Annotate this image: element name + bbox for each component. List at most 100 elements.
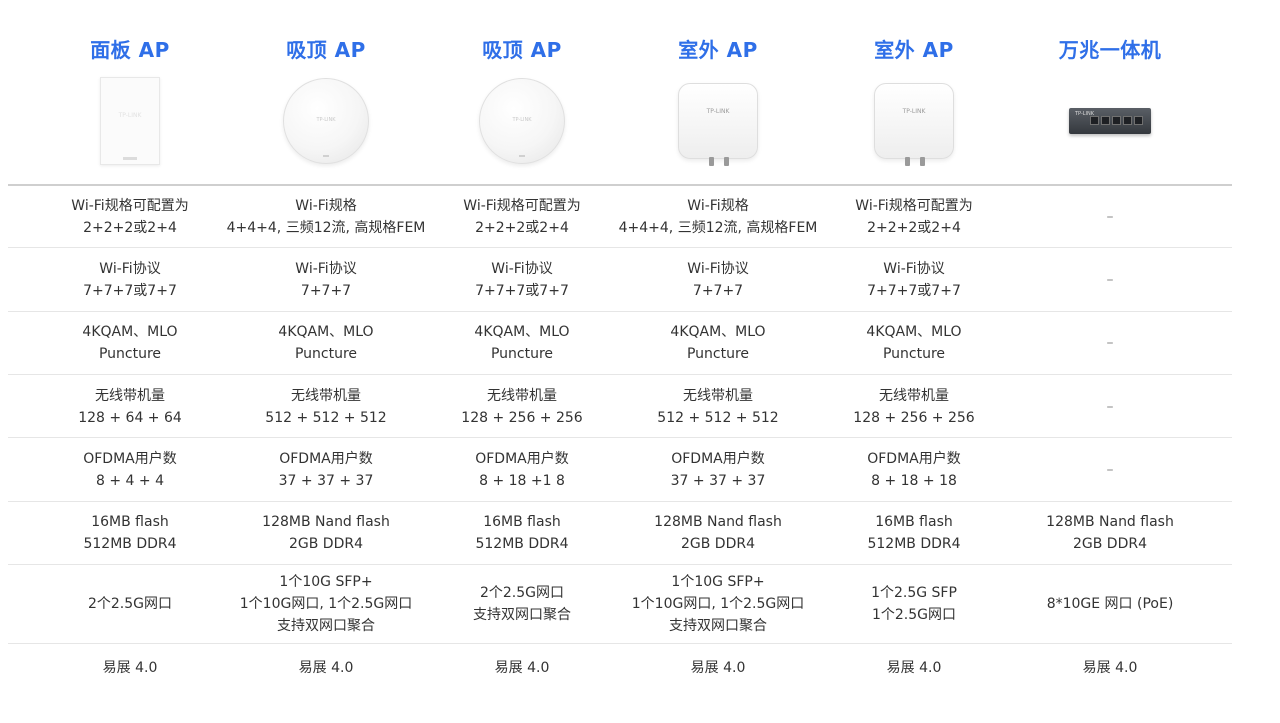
spec-line: 128MB Nand flash <box>654 514 782 530</box>
brand-logo: TP-LINK <box>118 112 142 119</box>
spec-line: 易展 4.0 <box>102 659 158 676</box>
spec-line: 1个2.5G SFP <box>871 585 957 601</box>
brand-logo: TP-LINK <box>902 108 926 115</box>
spec-cell-ports: 2个2.5G网口 <box>32 565 228 643</box>
spec-cell-ofdma-users: OFDMA用户数 37 + 37 + 37 <box>620 438 816 501</box>
spec-cell-wifi-protocol: – <box>1012 248 1208 311</box>
spec-cell-mesh: 易展 4.0 <box>32 643 228 692</box>
spec-line: – <box>1106 271 1114 288</box>
spec-line: 4KQAM、MLO <box>670 324 766 340</box>
spec-cell-client-capacity: – <box>1012 375 1208 438</box>
spec-cell-mesh: 易展 4.0 <box>816 643 1012 692</box>
spec-line: 128MB Nand flash <box>1046 514 1174 530</box>
spec-line: Wi-Fi规格可配置为 <box>71 197 189 214</box>
product-column: 吸顶 AP TP-LINK Wi-Fi规格 4+4+4, 三频12流, 高规格FEM W… <box>227 0 426 692</box>
spec-line: 2+2+2或2+4 <box>867 219 961 236</box>
panel-ap-image: TP-LINK <box>100 77 160 165</box>
spec-cell-ports: 1个2.5G SFP 1个2.5G网口 <box>816 565 1012 643</box>
spec-line: 1个10G SFP+ <box>279 574 373 590</box>
spec-cell-ofdma-users: OFDMA用户数 37 + 37 + 37 <box>228 438 424 501</box>
product-comparison-table: 面板 AP TP-LINK Wi-Fi规格可配置为 2+2+2或2+4 Wi-Fi协议 7… <box>0 0 1280 723</box>
spec-cell-client-capacity: 无线带机量 128 + 256 + 256 <box>816 375 1012 438</box>
spec-cell-modulation: 4KQAM、MLO Puncture <box>228 311 424 375</box>
spec-line: 无线带机量 <box>487 387 557 404</box>
ceiling-ap-image: TP-LINK <box>283 78 369 164</box>
product-header: 万兆一体机 TP-LINK <box>1012 0 1208 184</box>
spec-cell-memory: 128MB Nand flash 2GB DDR4 <box>620 501 816 565</box>
spec-line: 易展 4.0 <box>494 659 550 676</box>
spec-cell-wifi-protocol: Wi-Fi协议 7+7+7或7+7 <box>816 248 1012 311</box>
spec-line: Puncture <box>294 346 358 362</box>
spec-line: Puncture <box>490 346 554 362</box>
product-column: 面板 AP TP-LINK Wi-Fi规格可配置为 2+2+2或2+4 Wi-Fi协议 7… <box>32 0 228 692</box>
spec-line: 8 + 18 + 18 <box>871 472 957 489</box>
spec-cell-wifi-protocol: Wi-Fi协议 7+7+7 <box>620 248 816 311</box>
spec-line: OFDMA用户数 <box>671 450 765 467</box>
spec-cell-wifi-spec: Wi-Fi规格可配置为 2+2+2或2+4 <box>32 185 228 248</box>
spec-line: 1个10G网口, 1个2.5G网口 <box>631 596 805 612</box>
spec-cell-memory: 16MB flash 512MB DDR4 <box>424 501 620 565</box>
spec-line: 128MB Nand flash <box>262 514 390 530</box>
spec-line: 128 + 256 + 256 <box>853 409 975 426</box>
spec-line: 2+2+2或2+4 <box>83 219 177 236</box>
switch-image: TP-LINK <box>1069 108 1151 134</box>
product-title: 室外 AP <box>874 38 954 62</box>
spec-cell-wifi-protocol: Wi-Fi协议 7+7+7或7+7 <box>424 248 620 311</box>
spec-line: Wi-Fi协议 <box>295 260 357 277</box>
spec-line: – <box>1106 461 1114 478</box>
spec-line: Wi-Fi规格 <box>295 197 357 214</box>
product-column: 室外 AP TP-LINK Wi-Fi规格 4+4+4, 三频12流, 高规格FEM W… <box>619 0 818 692</box>
product-header: 吸顶 AP TP-LINK <box>228 0 424 184</box>
spec-line: – <box>1106 208 1114 225</box>
brand-logo: TP-LINK <box>512 117 532 123</box>
spec-line: 7+7+7或7+7 <box>475 282 569 299</box>
product-header: 室外 AP TP-LINK <box>620 0 816 184</box>
spec-line: 无线带机量 <box>683 387 753 404</box>
spec-cell-modulation: – <box>1012 311 1208 375</box>
product-title: 吸顶 AP <box>482 38 562 62</box>
spec-cell-wifi-protocol: Wi-Fi协议 7+7+7 <box>228 248 424 311</box>
spec-line: 37 + 37 + 37 <box>670 472 766 489</box>
spec-line: 4KQAM、MLO <box>866 324 962 340</box>
spec-line: Wi-Fi协议 <box>99 260 161 277</box>
spec-cell-ofdma-users: – <box>1012 438 1208 501</box>
spec-line: 2GB DDR4 <box>1072 536 1147 552</box>
spec-cell-modulation: 4KQAM、MLO Puncture <box>816 311 1012 375</box>
spec-line: 易展 4.0 <box>298 659 354 676</box>
spec-line: 7+7+7或7+7 <box>83 282 177 299</box>
spec-line: 8 + 4 + 4 <box>96 472 164 489</box>
spec-line: OFDMA用户数 <box>475 450 569 467</box>
spec-line: 2GB DDR4 <box>288 536 363 552</box>
spec-line: Wi-Fi协议 <box>883 260 945 277</box>
spec-cell-wifi-spec: Wi-Fi规格可配置为 2+2+2或2+4 <box>424 185 620 248</box>
spec-line: 16MB flash <box>875 514 953 530</box>
spec-line: Wi-Fi规格可配置为 <box>855 197 973 214</box>
spec-line: – <box>1106 335 1114 351</box>
outdoor-ap-image: TP-LINK <box>874 83 954 166</box>
spec-line: 易展 4.0 <box>1082 659 1138 676</box>
spec-cell-mesh: 易展 4.0 <box>1012 643 1208 692</box>
spec-line: 16MB flash <box>91 514 169 530</box>
spec-line: 512 + 512 + 512 <box>657 409 779 426</box>
spec-cell-wifi-spec: Wi-Fi规格 4+4+4, 三频12流, 高规格FEM <box>619 185 818 248</box>
brand-logo: TP-LINK <box>706 108 730 115</box>
brand-logo: TP-LINK <box>316 117 336 123</box>
spec-line: 1个2.5G网口 <box>871 607 957 623</box>
product-header: 面板 AP TP-LINK <box>32 0 228 184</box>
spec-line: OFDMA用户数 <box>279 450 373 467</box>
spec-cell-ports: 8*10GE 网口 (PoE) <box>1012 565 1208 643</box>
spec-line: OFDMA用户数 <box>867 450 961 467</box>
spec-line: 2+2+2或2+4 <box>475 219 569 236</box>
spec-cell-mesh: 易展 4.0 <box>424 643 620 692</box>
spec-line: 512 + 512 + 512 <box>265 409 387 426</box>
spec-cell-ofdma-users: OFDMA用户数 8 + 18 +1 8 <box>424 438 620 501</box>
spec-cell-modulation: 4KQAM、MLO Puncture <box>424 311 620 375</box>
spec-cell-modulation: 4KQAM、MLO Puncture <box>32 311 228 375</box>
spec-line: 128 + 64 + 64 <box>78 409 182 426</box>
spec-line: OFDMA用户数 <box>83 450 177 467</box>
spec-cell-wifi-spec: Wi-Fi规格可配置为 2+2+2或2+4 <box>816 185 1012 248</box>
spec-cell-memory: 128MB Nand flash 2GB DDR4 <box>1012 501 1208 565</box>
spec-line: 8 + 18 +1 8 <box>479 472 565 489</box>
spec-line: 易展 4.0 <box>690 659 746 676</box>
spec-line: 2个2.5G网口 <box>87 596 173 612</box>
